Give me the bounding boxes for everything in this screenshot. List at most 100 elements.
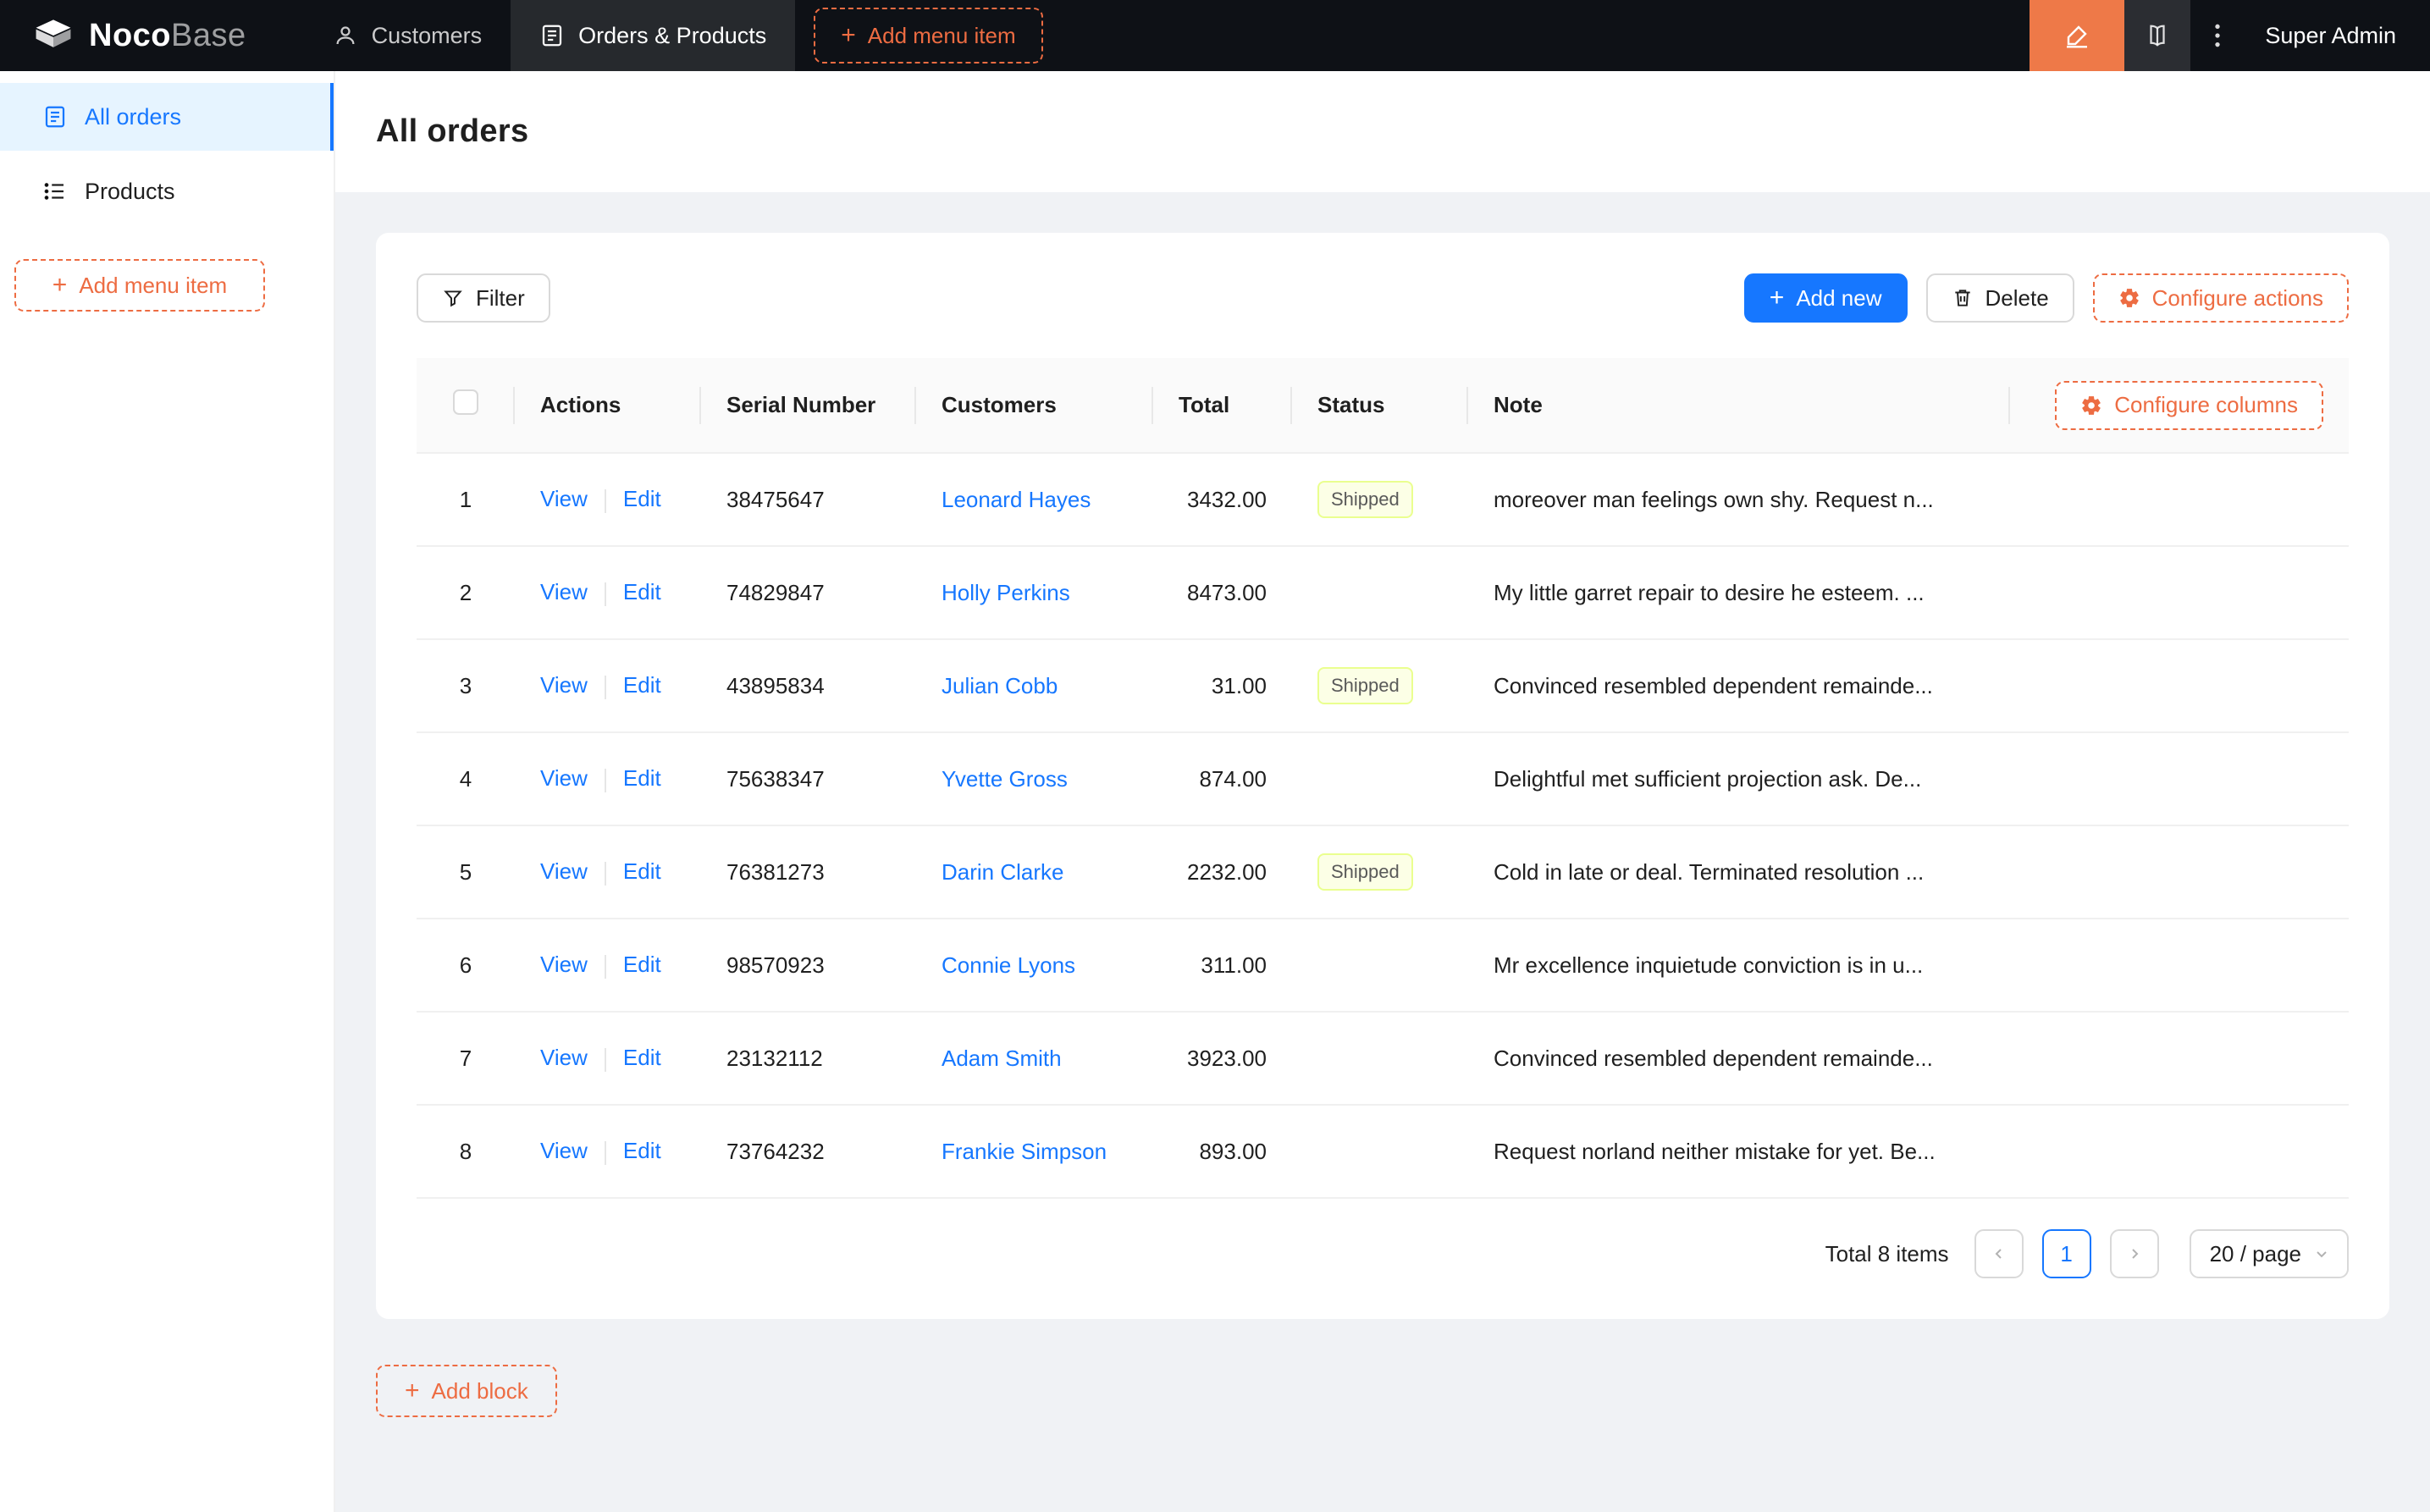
edit-link[interactable]: Edit (623, 1138, 661, 1163)
customer-link[interactable]: Frankie Simpson (942, 1139, 1107, 1164)
row-index: 6 (417, 919, 515, 1013)
view-link[interactable]: View (540, 858, 588, 884)
filter-button[interactable]: Filter (417, 273, 550, 323)
nav-add-menu-item-button[interactable]: + Add menu item (814, 8, 1043, 63)
toolbar: Filter + Add new Delete Configure action… (417, 273, 2349, 323)
table-row: 1 View Edit 38475647 Leonard Hayes 3432.0… (417, 453, 2349, 547)
row-actions: View Edit (515, 825, 701, 919)
column-header-actions: Actions (515, 358, 701, 454)
customer-link[interactable]: Yvette Gross (942, 766, 1068, 792)
status-tag: Shipped (1317, 853, 1413, 891)
view-link[interactable]: View (540, 765, 588, 791)
ui-editor-button[interactable] (2030, 0, 2125, 71)
note-cell: moreover man feelings own shy. Request n… (1468, 453, 2010, 547)
customer-cell: Frankie Simpson (916, 1105, 1153, 1199)
sidebar-item-products[interactable]: Products (0, 157, 334, 225)
main-area: All orders Filter + Add new Delete Confi… (335, 71, 2430, 1512)
customer-link[interactable]: Julian Cobb (942, 673, 1058, 698)
pagination-page-1-button[interactable]: 1 (2041, 1229, 2091, 1278)
sidebar-add-menu-item-button[interactable]: + Add menu item (14, 259, 265, 312)
view-link[interactable]: View (540, 1138, 588, 1163)
customer-link[interactable]: Adam Smith (942, 1046, 1062, 1071)
view-link[interactable]: View (540, 952, 588, 977)
delete-icon (1952, 287, 1974, 309)
chevron-down-icon (2315, 1247, 2328, 1261)
plus-icon: + (841, 21, 856, 49)
row-index: 2 (417, 546, 515, 640)
edit-link[interactable]: Edit (623, 486, 661, 511)
serial-number-cell: 74829847 (701, 546, 916, 640)
pagination-prev-button[interactable] (1974, 1229, 2024, 1278)
customer-link[interactable]: Holly Perkins (942, 580, 1070, 605)
table-row: 4 View Edit 75638347 Yvette Gross 874.00 … (417, 732, 2349, 826)
more-menu-button[interactable] (2190, 0, 2245, 71)
status-cell: Shipped (1292, 825, 1468, 919)
status-tag: Shipped (1317, 481, 1413, 518)
select-all-checkbox[interactable] (453, 389, 478, 415)
edit-link[interactable]: Edit (623, 579, 661, 604)
action-divider (604, 488, 606, 513)
row-actions: View Edit (515, 1105, 701, 1199)
table-row: 7 View Edit 23132112 Adam Smith 3923.00 C… (417, 1012, 2349, 1106)
pagination: Total 8 items 1 20 / page (417, 1229, 2349, 1278)
customer-cell: Holly Perkins (916, 546, 1153, 640)
orders-icon (539, 23, 565, 48)
orders-icon (42, 104, 68, 130)
sidebar-item-label: All orders (85, 103, 182, 130)
configure-actions-button[interactable]: Configure actions (2092, 273, 2349, 323)
total-cell: 893.00 (1153, 1105, 1292, 1199)
view-link[interactable]: View (540, 579, 588, 604)
add-new-button[interactable]: + Add new (1743, 273, 1908, 323)
customer-cell: Julian Cobb (916, 639, 1153, 733)
action-divider (604, 1140, 606, 1165)
brand-noco: Noco (89, 17, 171, 53)
edit-link[interactable]: Edit (623, 672, 661, 698)
edit-link[interactable]: Edit (623, 765, 661, 791)
configure-columns-label: Configure columns (2114, 392, 2298, 417)
user-menu[interactable]: Super Admin (2245, 0, 2430, 71)
view-link[interactable]: View (540, 1045, 588, 1070)
serial-number-cell: 43895834 (701, 639, 916, 733)
pagination-next-button[interactable] (2109, 1229, 2159, 1278)
column-header-customers: Customers (916, 358, 1153, 454)
edit-link[interactable]: Edit (623, 952, 661, 977)
customer-link[interactable]: Darin Clarke (942, 859, 1064, 885)
view-link[interactable]: View (540, 486, 588, 511)
status-cell (1292, 919, 1468, 1013)
page-title: All orders (376, 113, 529, 149)
brand-base: Base (171, 17, 246, 53)
row-index: 1 (417, 453, 515, 547)
serial-number-cell: 76381273 (701, 825, 916, 919)
page-size-select[interactable]: 20 / page (2189, 1229, 2349, 1278)
orders-table: Actions Serial Number Customers Total St… (417, 358, 2349, 1199)
delete-button[interactable]: Delete (1925, 273, 2074, 323)
action-divider (604, 861, 606, 886)
note-cell: Convinced resembled dependent remainde..… (1468, 639, 2010, 733)
documentation-button[interactable] (2124, 0, 2191, 71)
add-block-button[interactable]: + Add block (376, 1365, 557, 1417)
row-index: 8 (417, 1105, 515, 1199)
tab-orders-products[interactable]: Orders & Products (511, 0, 796, 71)
edit-link[interactable]: Edit (623, 858, 661, 884)
table-row: 6 View Edit 98570923 Connie Lyons 311.00 … (417, 919, 2349, 1013)
book-icon (2145, 23, 2170, 48)
customer-link[interactable]: Connie Lyons (942, 952, 1075, 978)
status-cell (1292, 732, 1468, 826)
row-actions: View Edit (515, 732, 701, 826)
gear-icon (2118, 287, 2140, 309)
total-cell: 8473.00 (1153, 546, 1292, 640)
view-link[interactable]: View (540, 672, 588, 698)
customer-cell: Darin Clarke (916, 825, 1153, 919)
total-cell: 31.00 (1153, 639, 1292, 733)
row-index: 3 (417, 639, 515, 733)
configure-columns-button[interactable]: Configure columns (2055, 380, 2323, 430)
sidebar-item-all-orders[interactable]: All orders (0, 83, 334, 151)
configure-actions-label: Configure actions (2151, 284, 2323, 311)
serial-number-cell: 75638347 (701, 732, 916, 826)
filter-icon (442, 287, 464, 309)
edit-link[interactable]: Edit (623, 1045, 661, 1070)
tab-customers[interactable]: Customers (304, 0, 511, 71)
customer-link[interactable]: Leonard Hayes (942, 487, 1091, 512)
filter-label: Filter (476, 284, 525, 311)
brand[interactable]: NocoBase (0, 0, 279, 71)
